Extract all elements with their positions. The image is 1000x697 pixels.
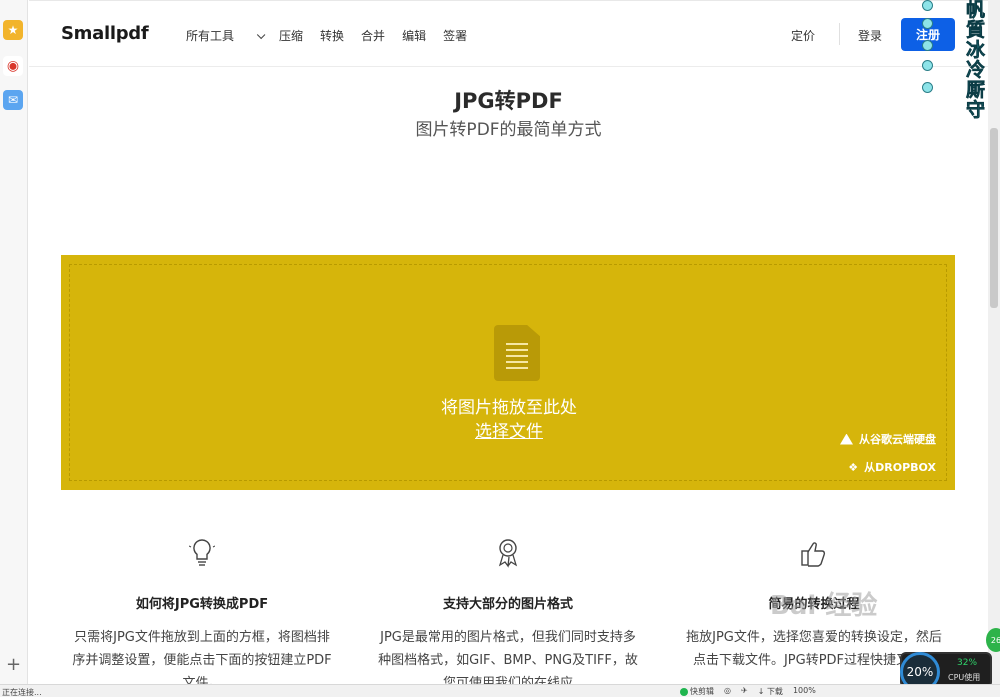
feature-desc: 只需将JPG文件拖放到上面的方框，将图档排序并调整设置，便能点击下面的按钮建立P…: [72, 630, 332, 684]
feature-desc: JPG是最常用的图片格式，但我们同时支持多种图档格式，如GIF、BMP、PNG及…: [378, 630, 638, 684]
google-drive-label: 从谷歌云端硬盘: [859, 433, 936, 446]
download-label: 下载: [766, 687, 783, 696]
smallpdf-logo[interactable]: Smallpdf: [61, 23, 149, 44]
browser-window: ★ ◉ ✉ + Smallpdf 所有工具 压缩 转换 合并 编辑 签署 定价 …: [0, 0, 1000, 697]
overlay-dot: [922, 60, 933, 71]
feature-title: 如何将JPG转换成PDF: [135, 597, 269, 612]
dropbox-link[interactable]: ❖ 从DROPBOX: [848, 459, 936, 475]
document-line: [506, 361, 528, 363]
pin-icon[interactable]: ✈: [741, 686, 748, 697]
feature-formats: 支持大部分的图片格式 JPG是最常用的图片格式，但我们同时支持多种图档格式，如G…: [363, 537, 653, 684]
nav-all-tools[interactable]: 所有工具: [186, 27, 266, 44]
thumbs-up-icon: [669, 537, 959, 571]
site-header: Smallpdf 所有工具 压缩 转换 合并 编辑 签署 定价 登录 注册: [29, 1, 988, 67]
nav-compress[interactable]: 压缩: [279, 27, 303, 44]
favorites-star-icon[interactable]: ★: [3, 20, 23, 40]
chevron-down-icon: [256, 30, 266, 40]
google-drive-link[interactable]: 从谷歌云端硬盘: [840, 431, 936, 447]
drop-instruction: 将图片拖放至此处: [441, 398, 577, 418]
download-item[interactable]: ↓ 下载: [758, 686, 783, 697]
dropbox-label: 从DROPBOX: [864, 461, 936, 474]
cpu-label: CPU使用: [948, 673, 981, 682]
browser-statusbar: 正在连接... 快剪辑 ◎ ✈ ↓ 下载 100%: [0, 684, 1000, 697]
notification-badge[interactable]: 26: [986, 628, 1000, 652]
document-line: [506, 367, 528, 369]
cpu-monitor-widget[interactable]: 20% 32% CPU使用: [900, 652, 992, 692]
lightbulb-icon: [57, 537, 347, 571]
scrollbar-track[interactable]: [988, 0, 1000, 684]
baidu-watermark: Bai 经验: [770, 591, 878, 621]
page-title: JPG转PDF: [454, 89, 563, 113]
add-sidebar-item-icon[interactable]: +: [6, 654, 21, 675]
overlay-dot: [922, 82, 933, 93]
nav-edit[interactable]: 编辑: [402, 27, 426, 44]
play-icon: [680, 687, 688, 696]
choose-file-link[interactable]: 选择文件: [70, 417, 948, 442]
document-line: [506, 349, 528, 351]
overlay-dot: [922, 40, 933, 51]
login-link[interactable]: 登录: [858, 27, 882, 44]
overlay-dot: [922, 0, 933, 11]
zoom-level[interactable]: 100%: [793, 686, 816, 697]
weibo-icon[interactable]: ◉: [3, 56, 23, 76]
quick-edit-label: 快剪辑: [690, 687, 714, 696]
scrollbar-thumb[interactable]: [990, 128, 998, 308]
overlay-dot: [922, 18, 933, 29]
nav-sign[interactable]: 签署: [443, 27, 467, 44]
document-icon: [494, 325, 540, 381]
nav-merge[interactable]: 合并: [361, 27, 385, 44]
mail-icon[interactable]: ✉: [3, 90, 23, 110]
page-subtitle: 图片转PDF的最简单方式: [415, 120, 602, 140]
document-line: [506, 355, 528, 357]
feature-how-to: 如何将JPG转换成PDF 只需将JPG文件拖放到上面的方框，将图档排序并调整设置…: [57, 537, 347, 684]
download-icon: ↓: [757, 687, 765, 696]
pricing-link[interactable]: 定价: [791, 27, 815, 44]
statusbar-tools: 快剪辑 ◎ ✈ ↓ 下载 100%: [680, 686, 816, 697]
nav-convert[interactable]: 转换: [320, 27, 344, 44]
file-dropzone[interactable]: 将图片拖放至此处 选择文件 从谷歌云端硬盘 ❖ 从DROPBOX: [61, 255, 955, 490]
browser-sidebar: ★ ◉ ✉ +: [0, 0, 28, 684]
overlay-vertical-text: 帆 質 冰 冷 厮 守: [966, 0, 986, 121]
main-nav: 所有工具 压缩 转换 合并 编辑 签署: [186, 27, 484, 44]
header-divider: [839, 23, 840, 45]
feature-title: 支持大部分的图片格式: [442, 597, 573, 612]
google-drive-icon: [840, 433, 853, 445]
status-text: 正在连接...: [2, 688, 42, 697]
quick-edit-item[interactable]: 快剪辑: [680, 686, 714, 697]
extension-icon[interactable]: ◎: [724, 686, 731, 697]
cpu-percent: 32%: [957, 658, 978, 668]
award-ribbon-icon: [363, 537, 653, 571]
web-page: Smallpdf 所有工具 压缩 转换 合并 编辑 签署 定价 登录 注册 JP…: [29, 0, 988, 684]
dropbox-icon: ❖: [848, 460, 859, 474]
nav-all-tools-label: 所有工具: [186, 29, 235, 43]
dropzone-border: 将图片拖放至此处 选择文件 从谷歌云端硬盘 ❖ 从DROPBOX: [69, 264, 947, 481]
document-line: [506, 343, 528, 345]
